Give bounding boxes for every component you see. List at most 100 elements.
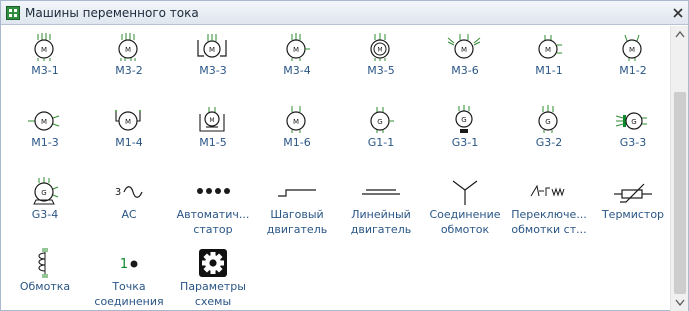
motor-3phase-brushes-icon: M bbox=[197, 34, 227, 58]
svg-text:M: M bbox=[377, 47, 382, 54]
svg-text:M: M bbox=[41, 118, 47, 126]
stencil-item-g1-1[interactable]: G G1-1 bbox=[341, 98, 421, 164]
stencil-item-m3-5[interactable]: M M3-5 bbox=[341, 26, 421, 92]
stencil-item-label: M1-5 bbox=[199, 136, 227, 149]
stencil-item-label: M1-3 bbox=[31, 136, 59, 149]
stencil-item-label: M1-4 bbox=[115, 136, 143, 149]
stencil-item-g3-3[interactable]: G G3-3 bbox=[593, 98, 670, 164]
stencil-item-label: M3-4 bbox=[283, 64, 311, 77]
stencil-item-scheme-parameters[interactable]: Параметры схемы bbox=[173, 242, 253, 308]
motor-1phase-icon: M bbox=[28, 111, 60, 131]
ac-phase-count: 3 bbox=[115, 187, 121, 198]
stencil-item-label: M3-5 bbox=[367, 64, 395, 77]
motor-1phase-icon: M bbox=[622, 34, 642, 61]
motor-1phase-icon: M bbox=[538, 35, 562, 59]
motor-1phase-icon: M bbox=[115, 110, 141, 131]
winding-switch-icon bbox=[530, 184, 565, 197]
stencil-item-label: M3-6 bbox=[451, 64, 479, 77]
window-title: Машины переменного тока bbox=[25, 6, 199, 20]
stencil-item-m3-3[interactable]: M M3-3 bbox=[173, 26, 253, 92]
svg-text:M: M bbox=[209, 117, 214, 124]
vertical-scrollbar[interactable] bbox=[670, 26, 688, 311]
stencil-item-m1-1[interactable]: M M1-1 bbox=[509, 26, 589, 92]
svg-text:M: M bbox=[629, 46, 635, 54]
svg-text:G: G bbox=[631, 118, 636, 126]
scroll-down-arrow-icon[interactable] bbox=[671, 294, 689, 311]
stencil-item-label: M1-1 bbox=[535, 64, 563, 77]
star-connection-icon bbox=[452, 180, 478, 205]
scrollbar-thumb[interactable] bbox=[674, 92, 686, 294]
generator-3phase-icon: G bbox=[33, 177, 59, 205]
stencil-item-label: M3-3 bbox=[199, 64, 227, 77]
connection-point-number: 1 bbox=[120, 257, 128, 272]
stencil-item-winding-switch[interactable]: Переключе... обмотки ст... bbox=[509, 170, 589, 236]
svg-text:G: G bbox=[377, 118, 382, 126]
stencil-window: Машины переменного тока M M3-1 M M3-2 M … bbox=[0, 0, 689, 311]
svg-text:M: M bbox=[209, 46, 215, 54]
svg-text:G: G bbox=[461, 116, 466, 124]
connection-point-icon: 1 bbox=[120, 257, 138, 272]
stator-dots-icon bbox=[197, 188, 230, 194]
svg-text:M: M bbox=[293, 46, 299, 54]
stencil-item-g3-2[interactable]: G G3-2 bbox=[509, 98, 589, 164]
stencil-item-winding[interactable]: Обмотка bbox=[5, 242, 85, 308]
stencil-item-label: AC bbox=[121, 208, 137, 221]
svg-text:M: M bbox=[125, 46, 131, 54]
stencil-item-label: Точка соединения bbox=[94, 280, 164, 308]
linear-motor-icon bbox=[362, 189, 400, 195]
stencil-grid-icon bbox=[6, 6, 20, 20]
svg-text:G: G bbox=[41, 189, 46, 197]
stencil-item-thermistor[interactable]: Термистор bbox=[593, 170, 670, 236]
motor-3phase-icon: M bbox=[447, 34, 481, 59]
stencil-item-label: Соединение обмоток bbox=[429, 208, 501, 236]
stencil-item-m3-6[interactable]: M M3-6 bbox=[425, 26, 505, 92]
stencil-item-label: Переключе... обмотки ст... bbox=[511, 208, 587, 236]
stencil-item-label: M3-1 bbox=[31, 64, 59, 77]
close-icon[interactable] bbox=[669, 4, 687, 22]
stencil-item-label: Линейный двигатель bbox=[350, 208, 412, 236]
stencil-item-m1-5[interactable]: M M1-5 bbox=[173, 98, 253, 164]
stencil-item-label: G3-1 bbox=[451, 136, 479, 149]
stencil-item-label: G3-2 bbox=[535, 136, 563, 149]
stencil-item-label: G3-3 bbox=[619, 136, 647, 149]
motor-3phase-icon: M bbox=[370, 33, 390, 61]
generator-3phase-icon: G bbox=[538, 105, 558, 133]
svg-text:M: M bbox=[461, 46, 467, 54]
stencil-item-m3-1[interactable]: M M3-1 bbox=[5, 26, 85, 92]
stencil-item-label: Термистор bbox=[601, 208, 665, 221]
stencil-item-m1-4[interactable]: M M1-4 bbox=[89, 98, 169, 164]
stencil-item-g3-1[interactable]: G G3-1 bbox=[425, 98, 505, 164]
stencil-item-label: Обмотка bbox=[19, 280, 71, 293]
stencil-item-m3-2[interactable]: M M3-2 bbox=[89, 26, 169, 92]
stencil-item-auto-stator[interactable]: Автоматич... статор bbox=[173, 170, 253, 236]
stencil-item-g3-4[interactable]: G G3-4 bbox=[5, 170, 85, 236]
motor-3phase-icon: M bbox=[34, 33, 54, 61]
stencil-item-stepper-motor[interactable]: Шаговый двигатель bbox=[257, 170, 337, 236]
ac-wave-icon: 3 bbox=[115, 186, 143, 198]
generator-1phase-icon: G bbox=[370, 107, 394, 133]
stencil-item-label: Шаговый двигатель bbox=[266, 208, 328, 236]
stencil-item-ac[interactable]: 3 AC bbox=[89, 170, 169, 236]
stencil-grid: M M3-1 M M3-2 M M3-3 M M3-4 M M3-5 M M3-… bbox=[1, 26, 670, 311]
svg-text:M: M bbox=[125, 118, 131, 126]
svg-text:M: M bbox=[545, 46, 551, 54]
thermistor-icon bbox=[614, 183, 652, 203]
stencil-item-m1-6[interactable]: M M1-6 bbox=[257, 98, 337, 164]
stepper-line-icon bbox=[278, 189, 316, 197]
stencil-item-m1-2[interactable]: M M1-2 bbox=[593, 26, 670, 92]
stencil-item-label: M3-2 bbox=[115, 64, 143, 77]
stencil-item-connection-point[interactable]: 1 Точка соединения bbox=[89, 242, 169, 308]
winding-coil-icon bbox=[38, 248, 48, 278]
stencil-item-winding-connection[interactable]: Соединение обмоток bbox=[425, 170, 505, 236]
svg-text:G: G bbox=[545, 118, 550, 126]
stencil-item-linear-motor[interactable]: Линейный двигатель bbox=[341, 170, 421, 236]
generator-3phase-icon: G bbox=[455, 105, 473, 133]
stencil-item-m1-3[interactable]: M M1-3 bbox=[5, 98, 85, 164]
stencil-item-label: G3-4 bbox=[31, 208, 59, 221]
stencil-item-label: Автоматич... статор bbox=[176, 208, 250, 236]
svg-text:M: M bbox=[41, 46, 47, 54]
scroll-up-arrow-icon[interactable] bbox=[671, 26, 689, 43]
stencil-item-m3-4[interactable]: M M3-4 bbox=[257, 26, 337, 92]
gear-icon bbox=[199, 249, 227, 277]
stencil-item-label: M1-6 bbox=[283, 136, 311, 149]
